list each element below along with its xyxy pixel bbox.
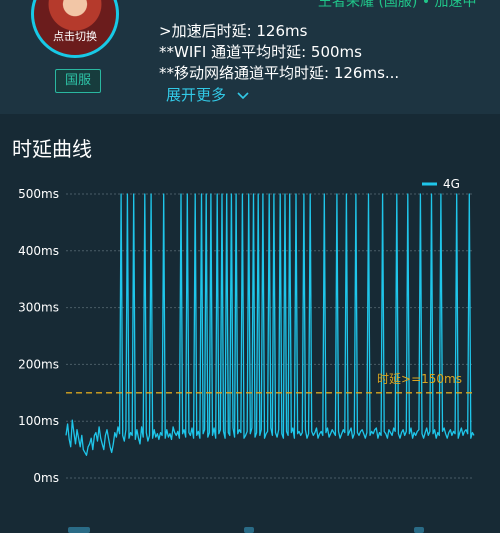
latency-chart: 0ms 100ms 200ms 300ms 400ms 500ms 时延>=150ms 4… (18, 177, 475, 485)
y-tick-label: 100ms (18, 414, 59, 428)
legend-label-4g: 4G (443, 177, 460, 191)
bottom-toolbar (0, 524, 500, 533)
y-tick-label: 300ms (18, 301, 59, 315)
chart-title: 时延曲线 (12, 137, 92, 161)
chevron-down-icon (237, 91, 249, 99)
expand-more-label: 展开更多 (166, 86, 227, 104)
expand-more-button[interactable]: 展开更多 (166, 84, 249, 105)
threshold-label: 时延>=150ms (377, 372, 462, 386)
game-switcher[interactable]: 点击切换 (23, 0, 131, 58)
y-tick-label: 200ms (18, 357, 59, 371)
y-tick-label: 500ms (18, 187, 59, 201)
y-tick-label: 400ms (18, 244, 59, 258)
legend: 4G (422, 177, 460, 191)
stat-wifi-latency: **WIFI 通道平均时延: 500ms (159, 43, 362, 61)
switch-label[interactable]: 点击切换 (23, 28, 127, 44)
region-badge: 国服 (55, 69, 101, 93)
series-line-4g (65, 193, 475, 456)
game-status-line: 王者荣耀 (国服) • 加速中 (318, 0, 477, 10)
stat-mobile-latency: **移动网络通道平均时延: 126ms... (159, 64, 400, 82)
stat-accelerated-latency: >加速后时延: 126ms (159, 22, 308, 40)
y-tick-label: 0ms (33, 471, 59, 485)
